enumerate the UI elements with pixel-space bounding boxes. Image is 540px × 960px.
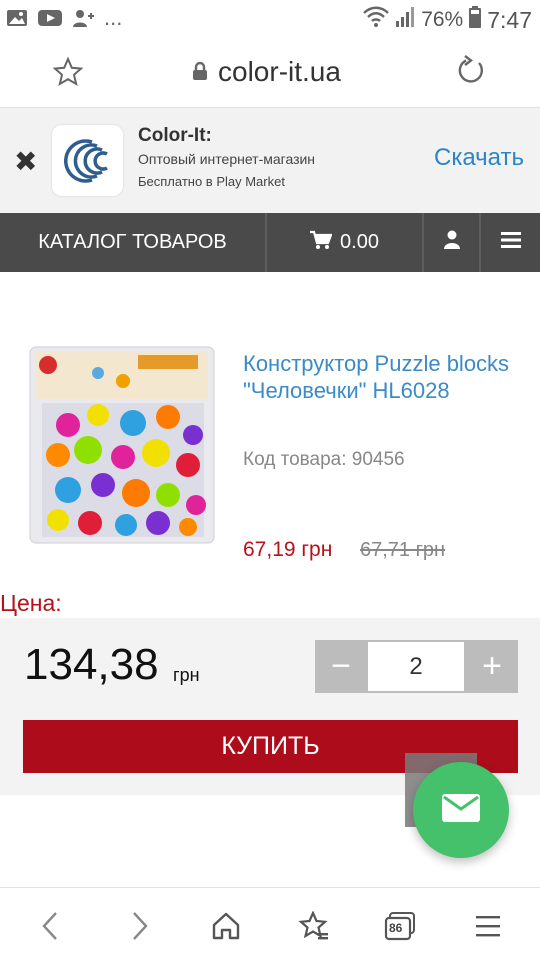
back-icon[interactable] bbox=[30, 908, 70, 944]
forward-icon[interactable] bbox=[120, 908, 160, 944]
more-notifications: ... bbox=[104, 4, 123, 30]
price-label: Цена: bbox=[0, 590, 62, 616]
status-bar: ... 76% 7:47 bbox=[0, 0, 540, 40]
quantity-input[interactable]: 2 bbox=[368, 642, 464, 691]
battery-percent: 76% bbox=[421, 8, 464, 31]
color-it-logo bbox=[52, 125, 123, 196]
banner-app-title: Color-It: bbox=[138, 125, 212, 146]
status-notifications: ... bbox=[6, 4, 123, 33]
battery-icon bbox=[469, 6, 482, 34]
menu-button[interactable] bbox=[481, 213, 540, 272]
banner-download-link[interactable]: Скачать bbox=[434, 144, 524, 172]
browser-menu-icon[interactable] bbox=[468, 908, 508, 944]
contact-email-button[interactable] bbox=[413, 762, 509, 858]
total-currency: грн bbox=[173, 665, 200, 685]
browser-address-bar: color-it.ua bbox=[0, 40, 540, 108]
product-code: Код товара: 90456 bbox=[243, 449, 405, 470]
cart-total: 0.00 bbox=[340, 231, 379, 253]
clock: 7:47 bbox=[487, 6, 532, 33]
product-price: 67,19 грн bbox=[243, 538, 333, 561]
hamburger-icon bbox=[500, 231, 521, 254]
reload-icon[interactable] bbox=[454, 54, 488, 93]
product-old-price: 67,71 грн bbox=[360, 539, 446, 561]
product-title-link[interactable]: Конструктор Puzzle blocks "Человечки" HL… bbox=[243, 350, 523, 404]
catalog-label: КАТАЛОГ ТОВАРОВ bbox=[38, 231, 227, 253]
catalog-button[interactable]: КАТАЛОГ ТОВАРОВ bbox=[0, 213, 267, 272]
lock-icon bbox=[192, 56, 208, 88]
quantity-increase-button[interactable]: + bbox=[466, 640, 518, 693]
banner-app-note: Бесплатно в Play Market bbox=[138, 174, 285, 189]
mail-icon bbox=[442, 793, 480, 827]
banner-close-button[interactable]: ✖ bbox=[14, 148, 37, 176]
wifi-icon bbox=[363, 6, 390, 34]
product-image[interactable] bbox=[28, 345, 216, 545]
quantity-stepper: − 2 + bbox=[315, 640, 518, 693]
tabs-count: 86 bbox=[389, 921, 403, 935]
browser-bottom-bar: 86 bbox=[0, 887, 540, 960]
cart-icon bbox=[310, 230, 333, 256]
status-system: 76% 7:47 bbox=[363, 6, 532, 34]
banner-app-subtitle: Оптовый интернет-магазин bbox=[138, 151, 316, 167]
bookmarks-icon[interactable] bbox=[294, 908, 334, 944]
person-add-icon bbox=[72, 8, 94, 33]
app-install-banner: ✖ Color-It: Оптовый интернет-магазин Бес… bbox=[0, 108, 540, 213]
total-price: 134,38 bbox=[24, 640, 159, 689]
user-icon bbox=[443, 230, 460, 255]
bookmark-star-icon[interactable] bbox=[52, 56, 84, 93]
account-button[interactable] bbox=[424, 213, 481, 272]
signal-icon bbox=[395, 6, 415, 34]
site-nav: КАТАЛОГ ТОВАРОВ 0.00 bbox=[0, 213, 540, 272]
url-field[interactable]: color-it.ua bbox=[192, 56, 341, 88]
url-text: color-it.ua bbox=[218, 56, 341, 87]
home-icon[interactable] bbox=[206, 908, 246, 944]
image-icon bbox=[6, 8, 28, 33]
quantity-decrease-button[interactable]: − bbox=[315, 640, 367, 693]
tabs-icon[interactable]: 86 bbox=[380, 908, 420, 944]
cart-button[interactable]: 0.00 bbox=[267, 213, 424, 272]
youtube-icon bbox=[38, 9, 62, 32]
